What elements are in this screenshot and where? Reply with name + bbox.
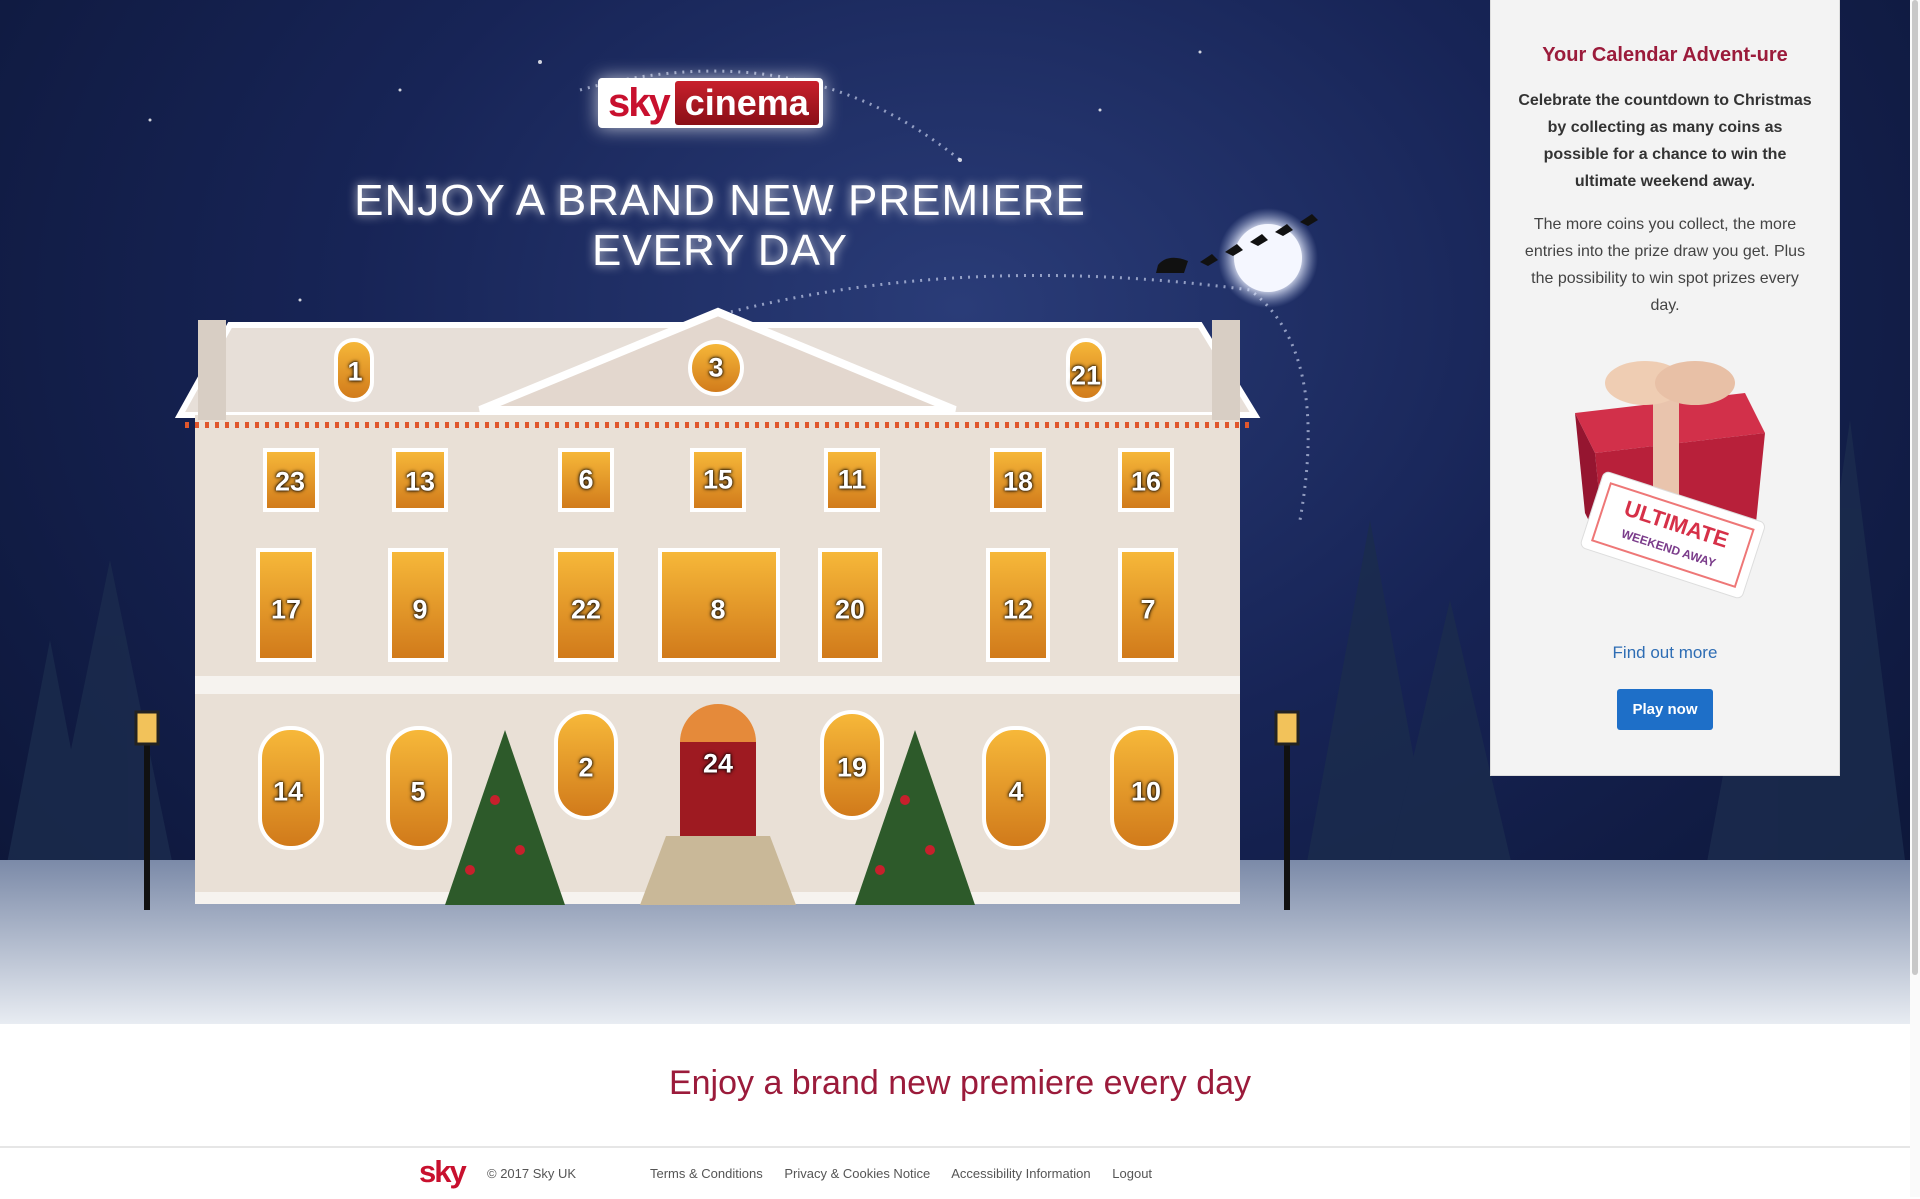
find-out-more-link[interactable]: Find out more [1491, 643, 1839, 663]
advent-door[interactable]: 9 [412, 595, 427, 626]
advent-door[interactable]: 6 [578, 465, 593, 496]
advent-door[interactable]: 24 [703, 749, 733, 780]
advent-door[interactable]: 13 [405, 467, 435, 498]
footer-links: Terms & Conditions Privacy & Cookies Not… [650, 1166, 1170, 1181]
privacy-link[interactable]: Privacy & Cookies Notice [784, 1166, 930, 1181]
footer: sky © 2017 Sky UK Terms & Conditions Pri… [0, 1146, 1920, 1199]
advent-door[interactable]: 4 [1008, 777, 1023, 808]
advent-door[interactable]: 12 [1003, 595, 1033, 626]
hero-calendar-scene: sky cinema ENJOY A BRAND NEW PREMIERE EV… [0, 0, 1920, 1024]
advent-door[interactable]: 17 [271, 595, 301, 626]
scrollbar-thumb[interactable] [1912, 0, 1918, 975]
sky-cinema-logo: sky cinema [598, 78, 823, 128]
logo-cinema-text: cinema [674, 81, 819, 125]
advent-door[interactable]: 1 [347, 357, 362, 388]
footer-copyright: © 2017 Sky UK [487, 1166, 577, 1181]
footer-sky-logo[interactable]: sky [419, 1154, 467, 1190]
panel-title: Your Calendar Advent-ure [1542, 44, 1788, 66]
advent-door[interactable]: 7 [1140, 595, 1155, 626]
terms-link[interactable]: Terms & Conditions [650, 1166, 763, 1181]
advent-door[interactable]: 19 [837, 753, 867, 784]
advent-door[interactable]: 15 [703, 465, 733, 496]
advent-door[interactable]: 3 [708, 353, 723, 384]
page-scrollbar[interactable] [1910, 0, 1920, 1197]
logout-link[interactable]: Logout [1112, 1166, 1152, 1181]
play-now-button[interactable]: Play now [1617, 689, 1713, 730]
panel-body: The more coins you collect, the more ent… [1524, 216, 1806, 314]
advent-door[interactable]: 5 [410, 777, 425, 808]
hero-headline: ENJOY A BRAND NEW PREMIERE EVERY DAY [354, 176, 1086, 275]
advent-door[interactable]: 8 [710, 595, 725, 626]
advent-door[interactable]: 22 [571, 595, 601, 626]
advent-door[interactable]: 2 [578, 753, 593, 784]
advent-door[interactable]: 18 [1003, 467, 1033, 498]
panel-intro: Celebrate the countdown to Christmas by … [1518, 92, 1812, 190]
advent-door[interactable]: 23 [275, 467, 305, 498]
advent-info-panel: Your Calendar Advent-ure Celebrate the c… [1490, 0, 1840, 776]
advent-door[interactable]: 14 [273, 777, 303, 808]
gift-box-icon: ULTIMATE WEEKEND AWAY [1575, 361, 1765, 599]
advent-door[interactable]: 16 [1131, 467, 1161, 498]
advent-door[interactable]: 11 [838, 465, 867, 496]
logo-sky-text: sky [608, 80, 671, 125]
advent-door[interactable]: 20 [835, 595, 865, 626]
moon-disc [1234, 224, 1302, 292]
accessibility-link[interactable]: Accessibility Information [951, 1166, 1090, 1181]
advent-door[interactable]: 21 [1071, 361, 1101, 392]
advent-door[interactable]: 10 [1131, 777, 1161, 808]
page-tagline: Enjoy a brand new premiere every day [668, 1064, 1252, 1102]
